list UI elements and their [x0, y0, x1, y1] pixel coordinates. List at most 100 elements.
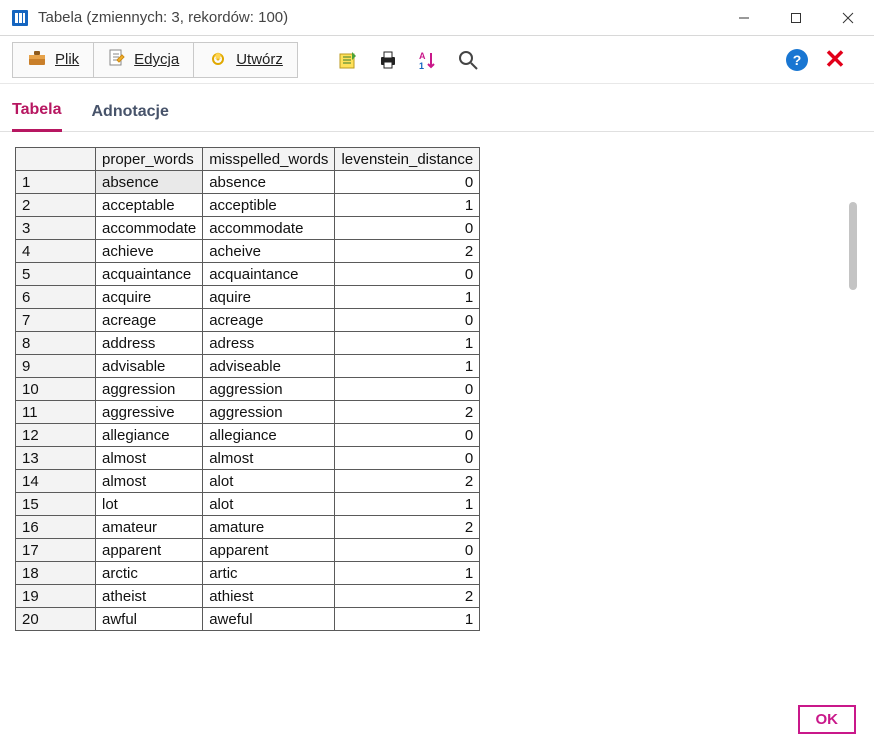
cell-misspelled-words[interactable]: acceptible — [203, 194, 335, 217]
cell-proper-words[interactable]: arctic — [96, 562, 203, 585]
col-proper-words[interactable]: proper_words — [96, 148, 203, 171]
table-row[interactable]: 5acquaintanceacquaintance0 — [16, 263, 480, 286]
data-grid[interactable]: proper_words misspelled_words levenstein… — [14, 146, 860, 666]
cell-distance[interactable]: 1 — [335, 562, 480, 585]
cell-proper-words[interactable]: almost — [96, 470, 203, 493]
cell-distance[interactable]: 0 — [335, 447, 480, 470]
cell-proper-words[interactable]: accommodate — [96, 217, 203, 240]
cell-distance[interactable]: 2 — [335, 401, 480, 424]
table-row[interactable]: 7acreageacreage0 — [16, 309, 480, 332]
row-header[interactable]: 12 — [16, 424, 96, 447]
table-row[interactable]: 18arcticartic1 — [16, 562, 480, 585]
cell-distance[interactable]: 2 — [335, 240, 480, 263]
cell-proper-words[interactable]: allegiance — [96, 424, 203, 447]
cell-misspelled-words[interactable]: athiest — [203, 585, 335, 608]
maximize-button[interactable] — [770, 0, 822, 35]
cell-distance[interactable]: 0 — [335, 309, 480, 332]
row-header[interactable]: 1 — [16, 171, 96, 194]
table-row[interactable]: 14almostalot2 — [16, 470, 480, 493]
cell-misspelled-words[interactable]: alot — [203, 493, 335, 516]
cell-distance[interactable]: 1 — [335, 332, 480, 355]
cell-distance[interactable]: 2 — [335, 516, 480, 539]
cell-distance[interactable]: 0 — [335, 378, 480, 401]
col-misspelled-words[interactable]: misspelled_words — [203, 148, 335, 171]
help-icon[interactable]: ? — [786, 49, 808, 71]
print-icon[interactable] — [368, 42, 408, 78]
row-header[interactable]: 17 — [16, 539, 96, 562]
cell-distance[interactable]: 2 — [335, 585, 480, 608]
cell-distance[interactable]: 1 — [335, 286, 480, 309]
table-row[interactable]: 11aggressiveaggression2 — [16, 401, 480, 424]
table-row[interactable]: 19atheistathiest2 — [16, 585, 480, 608]
table-row[interactable]: 10aggressionaggression0 — [16, 378, 480, 401]
row-header[interactable]: 15 — [16, 493, 96, 516]
col-levenstein-distance[interactable]: levenstein_distance — [335, 148, 480, 171]
table-row[interactable]: 2acceptableacceptible1 — [16, 194, 480, 217]
cell-misspelled-words[interactable]: absence — [203, 171, 335, 194]
cell-distance[interactable]: 0 — [335, 171, 480, 194]
cell-proper-words[interactable]: awful — [96, 608, 203, 631]
row-header[interactable]: 11 — [16, 401, 96, 424]
cell-misspelled-words[interactable]: alot — [203, 470, 335, 493]
row-header[interactable]: 3 — [16, 217, 96, 240]
cell-misspelled-words[interactable]: acreage — [203, 309, 335, 332]
menu-file[interactable]: Plik — [12, 42, 94, 78]
cell-proper-words[interactable]: acreage — [96, 309, 203, 332]
export-icon[interactable] — [328, 42, 368, 78]
sort-icon[interactable]: A1 — [408, 42, 448, 78]
row-header[interactable]: 13 — [16, 447, 96, 470]
table-row[interactable]: 4achieveacheive2 — [16, 240, 480, 263]
row-header[interactable]: 6 — [16, 286, 96, 309]
cell-misspelled-words[interactable]: apparent — [203, 539, 335, 562]
scrollbar[interactable] — [849, 202, 857, 462]
cell-misspelled-words[interactable]: aggression — [203, 378, 335, 401]
table-row[interactable]: 8addressadress1 — [16, 332, 480, 355]
row-header[interactable]: 16 — [16, 516, 96, 539]
minimize-button[interactable] — [718, 0, 770, 35]
scrollbar-thumb[interactable] — [849, 202, 857, 290]
row-header[interactable]: 7 — [16, 309, 96, 332]
table-row[interactable]: 12allegianceallegiance0 — [16, 424, 480, 447]
tab-table[interactable]: Tabela — [12, 101, 62, 132]
cell-proper-words[interactable]: acquaintance — [96, 263, 203, 286]
cell-proper-words[interactable]: almost — [96, 447, 203, 470]
table-row[interactable]: 20awfulaweful1 — [16, 608, 480, 631]
row-header[interactable]: 4 — [16, 240, 96, 263]
cell-distance[interactable]: 1 — [335, 493, 480, 516]
cell-distance[interactable]: 1 — [335, 355, 480, 378]
row-header[interactable]: 5 — [16, 263, 96, 286]
table-row[interactable]: 15lotalot1 — [16, 493, 480, 516]
table-row[interactable]: 9advisableadviseable1 — [16, 355, 480, 378]
cell-proper-words[interactable]: address — [96, 332, 203, 355]
cell-distance[interactable]: 0 — [335, 217, 480, 240]
cell-proper-words[interactable]: achieve — [96, 240, 203, 263]
cell-distance[interactable]: 1 — [335, 194, 480, 217]
corner-cell[interactable] — [16, 148, 96, 171]
menu-edit[interactable]: Edycja — [94, 42, 194, 78]
row-header[interactable]: 10 — [16, 378, 96, 401]
table-row[interactable]: 1absenceabsence0 — [16, 171, 480, 194]
table-row[interactable]: 13almostalmost0 — [16, 447, 480, 470]
cell-misspelled-words[interactable]: adress — [203, 332, 335, 355]
cell-misspelled-words[interactable]: amature — [203, 516, 335, 539]
tab-annotations[interactable]: Adnotacje — [92, 103, 169, 131]
cell-misspelled-words[interactable]: adviseable — [203, 355, 335, 378]
row-header[interactable]: 9 — [16, 355, 96, 378]
cell-proper-words[interactable]: atheist — [96, 585, 203, 608]
cell-misspelled-words[interactable]: accommodate — [203, 217, 335, 240]
cell-distance[interactable]: 0 — [335, 263, 480, 286]
row-header[interactable]: 8 — [16, 332, 96, 355]
row-header[interactable]: 18 — [16, 562, 96, 585]
cell-distance[interactable]: 1 — [335, 608, 480, 631]
close-icon[interactable]: ✕ — [820, 44, 850, 75]
cell-misspelled-words[interactable]: almost — [203, 447, 335, 470]
row-header[interactable]: 20 — [16, 608, 96, 631]
table-row[interactable]: 16amateuramature2 — [16, 516, 480, 539]
cell-proper-words[interactable]: advisable — [96, 355, 203, 378]
row-header[interactable]: 14 — [16, 470, 96, 493]
cell-proper-words[interactable]: acquire — [96, 286, 203, 309]
row-header[interactable]: 2 — [16, 194, 96, 217]
table-row[interactable]: 3accommodateaccommodate0 — [16, 217, 480, 240]
cell-misspelled-words[interactable]: artic — [203, 562, 335, 585]
close-window-button[interactable] — [822, 0, 874, 35]
